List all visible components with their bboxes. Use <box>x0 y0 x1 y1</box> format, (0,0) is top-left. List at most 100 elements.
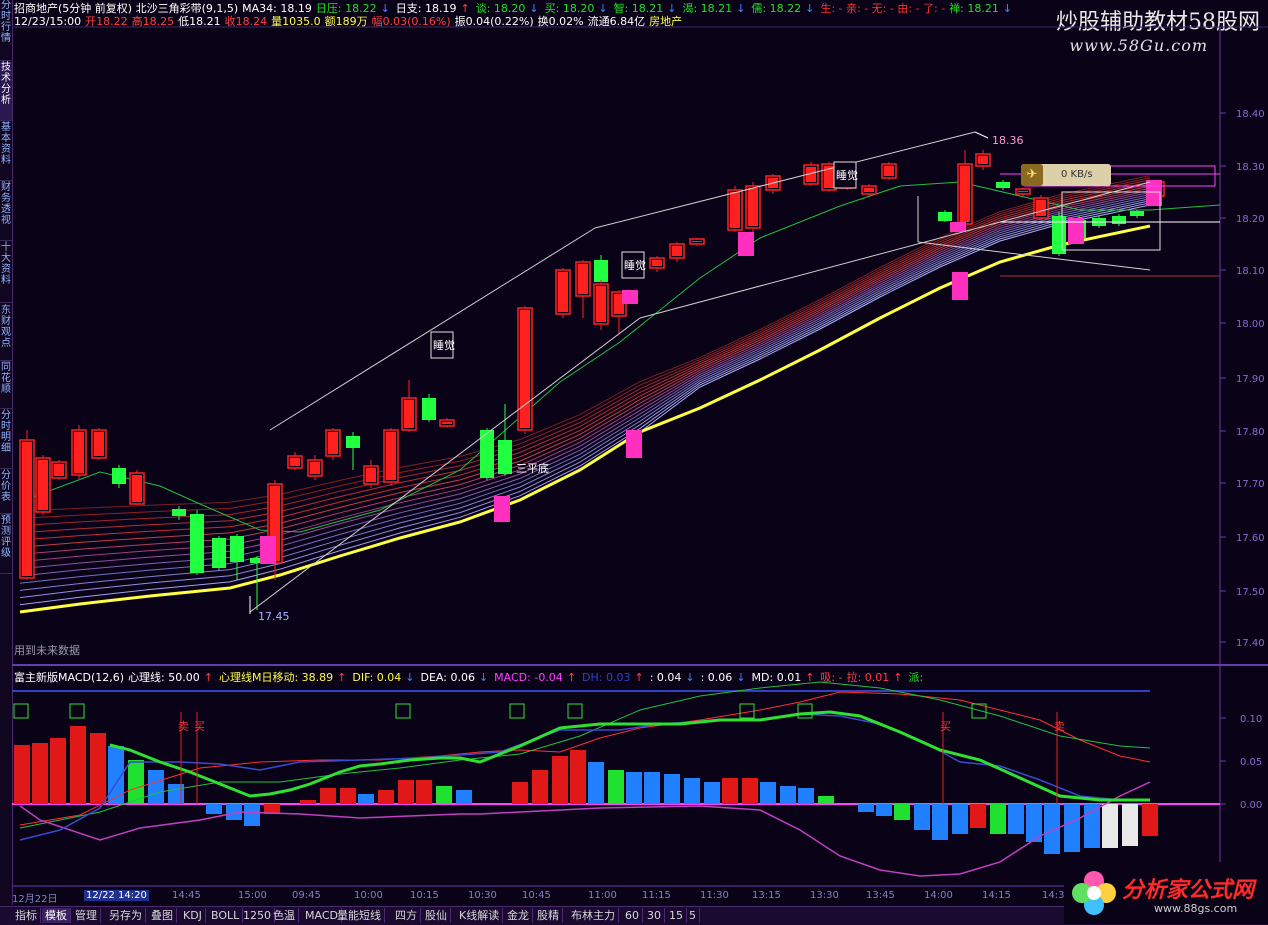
signal-square-marker <box>13 703 29 719</box>
indicator-tab[interactable]: 四方 <box>392 908 421 923</box>
network-speed-indicator: ✈ 0 KB/s <box>1021 164 1111 186</box>
indicator-tab[interactable]: 量能短线 <box>334 908 385 923</box>
time-axis-label: 11:15 <box>642 890 671 901</box>
macd-histogram-bar <box>742 778 758 804</box>
macd-histogram-bar <box>300 800 316 804</box>
candle-body-up-fill <box>960 166 970 222</box>
candle-body-down <box>230 536 244 562</box>
price-axis: 18.40 18.30 18.20 18.10 18.00 17.90 17.80 17.70… <box>1220 109 1265 649</box>
time-axis-label: 13:15 <box>752 890 781 901</box>
macd-histogram-bar <box>552 756 568 804</box>
macd-signal-label: 卖 <box>178 720 189 733</box>
kline-chart[interactable]: 18.40 18.30 18.20 18.10 18.00 17.90 17.80 17.70… <box>0 0 1268 924</box>
candle-body-up-fill <box>38 460 48 510</box>
time-axis-label: 10:45 <box>522 890 551 901</box>
candle-body-up-fill <box>652 260 662 266</box>
candle-body-up-fill <box>310 462 320 474</box>
price-tick-label: 18.10 <box>1236 266 1265 277</box>
indicator-tab[interactable]: 管理 <box>72 908 101 923</box>
indicator-tab[interactable]: 5 <box>686 908 700 923</box>
macd-histogram-bar <box>1064 804 1080 852</box>
magenta-signal-bar <box>622 290 638 304</box>
macd-histogram-bar <box>894 804 910 820</box>
ma-ribbon-line <box>19 189 1151 563</box>
candle-body-up-fill <box>54 464 64 476</box>
brand-name: 分析家公式网 <box>1122 878 1255 903</box>
candle-body-down <box>346 436 360 448</box>
header-field: 心理线M日移动: 38.89 <box>218 671 334 684</box>
macd-histogram-bar <box>704 782 720 804</box>
signal-square-marker <box>69 703 85 719</box>
candle-body-up-fill <box>74 432 84 473</box>
sleep-label: 睡觉 <box>624 259 646 272</box>
indicator-tab[interactable]: 布林主力 <box>568 908 619 923</box>
signal-square-marker <box>567 703 583 719</box>
indicator-tab[interactable]: 60 <box>622 908 643 923</box>
indicator-tab[interactable]: 股仙 <box>422 908 451 923</box>
price-tick-label: 17.40 <box>1236 638 1265 649</box>
indicator-tab[interactable]: 色温 <box>270 908 299 923</box>
ma-ribbon-line <box>19 194 1151 577</box>
low-price-label: 17.45 <box>258 610 290 623</box>
candle-body-up-fill <box>132 475 142 502</box>
indicator-tab[interactable]: 另存为 <box>106 908 146 923</box>
macd-histogram-bar <box>722 778 738 804</box>
candle-body-up-fill <box>94 432 104 456</box>
macd-histogram-bar <box>416 780 432 804</box>
sleep-label: 睡觉 <box>836 169 858 182</box>
candle-body-up-fill <box>290 458 300 466</box>
time-axis-label: 13:30 <box>810 890 839 901</box>
header-field: ↑ <box>566 671 577 684</box>
macd-histogram-bar <box>780 786 796 804</box>
indicator-tab[interactable]: KDJ <box>180 908 206 923</box>
indicator-tab[interactable]: 金龙 <box>504 908 533 923</box>
candle-body-down <box>938 212 952 221</box>
magenta-signal-bar <box>738 232 754 256</box>
indicator-tab[interactable]: 指标 <box>12 908 41 923</box>
candle-body-up-fill <box>520 310 530 428</box>
indicator-tab[interactable]: BOLL <box>208 908 244 923</box>
candle-body-up-fill <box>748 188 758 226</box>
header-field: ↑ <box>893 671 903 684</box>
time-axis-label: 10:30 <box>468 890 497 901</box>
macd-histogram-bar <box>128 760 144 804</box>
indicator-tab[interactable]: 模板 <box>42 908 71 923</box>
time-axis-label: 09:45 <box>292 890 321 901</box>
indicator-tab[interactable]: 15 <box>666 908 687 923</box>
header-field: DEA: 0.06 <box>420 671 475 684</box>
macd-histogram-bar <box>90 733 106 804</box>
magenta-signal-bar <box>950 222 966 232</box>
signal-square-marker <box>509 703 525 719</box>
candle-body-up-fill <box>578 264 588 294</box>
macd-histogram-bar <box>1102 804 1118 848</box>
signal-square-marker <box>797 703 813 719</box>
macd-signal-label: 买 <box>940 720 951 733</box>
indicator-tab[interactable]: 股精 <box>534 908 563 923</box>
indicator-tab[interactable]: 叠图 <box>148 908 177 923</box>
header-field: DH: 0.03 <box>582 671 631 684</box>
macd-signal-label: 买 <box>194 720 205 733</box>
macd-histogram-bar <box>1008 804 1024 834</box>
macd-histogram-bar <box>32 743 48 804</box>
ma-ribbon-line <box>19 196 1151 584</box>
macd-histogram-bar <box>358 794 374 804</box>
header-field: 拉: 0.01 <box>846 671 890 684</box>
magenta-signal-bar <box>260 536 276 564</box>
indicator-tab[interactable]: 30 <box>644 908 665 923</box>
candle-body-down <box>112 468 126 484</box>
header-field: MACD: -0.04 <box>494 671 563 684</box>
candle-body-up-fill <box>978 156 988 164</box>
macd-histogram-bar <box>970 804 986 828</box>
price-tick-label: 18.00 <box>1236 319 1265 330</box>
macd-histogram-bar <box>1142 804 1158 836</box>
signal-square-marker <box>395 703 411 719</box>
candle-body-down <box>422 398 436 420</box>
price-tick-label: 17.90 <box>1236 374 1265 385</box>
macd-histogram-bar <box>340 788 356 804</box>
candle-body-up-fill <box>692 241 702 242</box>
magenta-signal-bar <box>626 430 642 458</box>
price-tick-label: 17.50 <box>1236 587 1265 598</box>
indicator-tab[interactable]: K线解读 <box>456 908 504 923</box>
candle-body-down <box>190 514 204 573</box>
time-axis-label: 13:45 <box>866 890 895 901</box>
